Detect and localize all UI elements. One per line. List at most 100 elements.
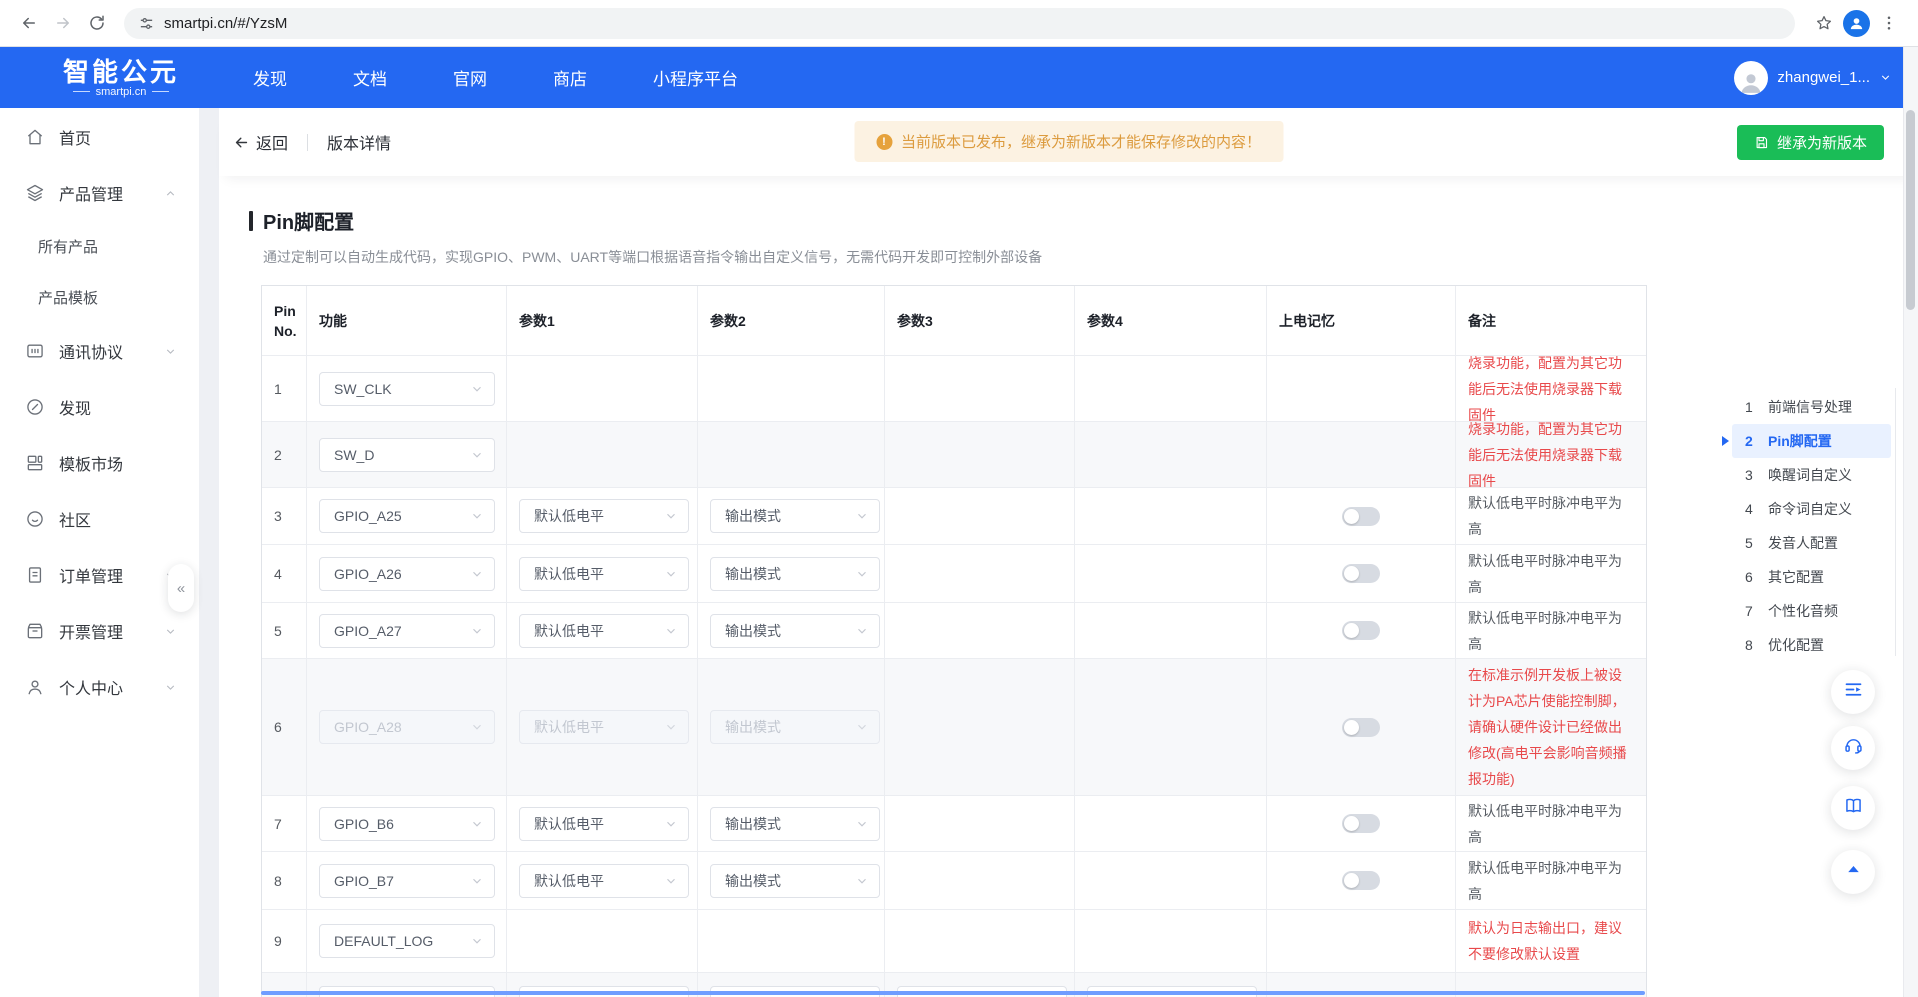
sidebar-item[interactable]: 模板市场 xyxy=(0,435,199,491)
chevron-down-icon xyxy=(470,567,484,581)
address-bar[interactable]: smartpi.cn/#/YzsM xyxy=(124,8,1795,39)
power-memory-toggle[interactable] xyxy=(1342,814,1380,833)
browser-profile-icon[interactable] xyxy=(1843,10,1870,37)
back-button[interactable]: 返回 xyxy=(233,130,288,154)
browser-back-icon[interactable] xyxy=(14,8,44,38)
pin-number: 8 xyxy=(274,873,282,889)
sidebar-item[interactable]: 社区 xyxy=(0,491,199,547)
inherit-new-version-button[interactable]: 继承为新版本 xyxy=(1737,125,1884,160)
docs-button[interactable] xyxy=(1831,786,1875,830)
anchor-label: 前端信号处理 xyxy=(1768,397,1852,417)
param1-select[interactable]: 默认低电平 xyxy=(519,710,689,744)
param1-select[interactable]: 默认低电平 xyxy=(519,499,689,533)
anchor-label: 优化配置 xyxy=(1768,635,1824,655)
back-to-top-button[interactable] xyxy=(1831,850,1875,894)
select-value: 输出模式 xyxy=(725,564,781,584)
function-select[interactable]: SW_CLK xyxy=(319,372,495,406)
param2-select[interactable]: 输出模式 xyxy=(710,557,880,591)
power-memory-toggle[interactable] xyxy=(1342,564,1380,583)
remark-cell: 烧录功能，配置为其它功能后无法使用烧录器下载固件 xyxy=(1456,422,1646,487)
anchor-item[interactable]: 4命令词自定义 xyxy=(1732,492,1891,526)
browser-forward-icon[interactable] xyxy=(48,8,78,38)
power-memory-toggle[interactable] xyxy=(1342,621,1380,640)
header-nav-item[interactable]: 商店 xyxy=(553,65,587,90)
logo[interactable]: 智能公元 smartpi.cn xyxy=(45,58,197,98)
sidebar-item-label: 开票管理 xyxy=(59,619,123,643)
site-settings-icon[interactable] xyxy=(138,15,155,32)
user-avatar xyxy=(1734,61,1768,95)
anchor-item[interactable]: 2Pin脚配置 xyxy=(1732,424,1891,458)
anchor-item[interactable]: 5发音人配置 xyxy=(1732,526,1891,560)
page-scrollbar[interactable] xyxy=(1903,47,1918,997)
function-select[interactable]: GPIO_A28 xyxy=(319,710,495,744)
select-value: DEFAULT_LOG xyxy=(334,933,433,949)
remark-cell: 默认低电平时脉冲电平为高 xyxy=(1456,852,1646,909)
anchor-item[interactable]: 1前端信号处理 xyxy=(1732,390,1891,424)
select-value: 默认低电平 xyxy=(534,564,604,584)
chevron-down-icon xyxy=(855,567,869,581)
sidebar-item[interactable]: 首页 xyxy=(0,109,199,165)
sidebar-subitem[interactable]: 产品模板 xyxy=(0,272,199,323)
function-cell: GPIO_A25 xyxy=(307,488,507,544)
table-horizontal-scrollbar[interactable] xyxy=(261,991,1645,995)
function-select[interactable]: GPIO_B6 xyxy=(319,807,495,841)
param2-select[interactable]: 输出模式 xyxy=(710,614,880,648)
function-select[interactable]: GPIO_A25 xyxy=(319,499,495,533)
function-select[interactable]: SW_D xyxy=(319,438,495,472)
user-menu[interactable]: zhangwei_1... xyxy=(1734,61,1892,95)
power-memory-toggle[interactable] xyxy=(1342,507,1380,526)
param2-cell: 输出模式 xyxy=(698,796,885,851)
header-nav-item[interactable]: 文档 xyxy=(353,65,387,90)
pin-number-cell: 9 xyxy=(262,910,307,972)
sidebar-item[interactable]: 开票管理 xyxy=(0,603,199,659)
param2-cell: 输出模式 xyxy=(698,488,885,544)
browser-reload-icon[interactable] xyxy=(82,8,112,38)
sidebar-item[interactable]: 通讯协议 xyxy=(0,323,199,379)
sidebar-subitem[interactable]: 所有产品 xyxy=(0,221,199,272)
header-nav-item[interactable]: 发现 xyxy=(253,65,287,90)
param4-cell xyxy=(1075,796,1267,851)
param1-select[interactable]: 默认低电平 xyxy=(519,864,689,898)
anchor-item[interactable]: 7个性化音频 xyxy=(1732,594,1891,628)
param1-select[interactable]: 默认低电平 xyxy=(519,557,689,591)
remark-cell: 默认低电平时脉冲电平为高 xyxy=(1456,796,1646,851)
pin-number: 7 xyxy=(274,816,282,832)
select-value: SW_CLK xyxy=(334,381,392,397)
section-title: Pin脚配置 xyxy=(263,206,354,235)
sidebar-collapse-button[interactable]: « xyxy=(168,564,194,612)
pin-number-cell: 5 xyxy=(262,603,307,658)
anchor-item[interactable]: 6其它配置 xyxy=(1732,560,1891,594)
param2-select[interactable]: 输出模式 xyxy=(710,710,880,744)
support-button[interactable] xyxy=(1831,726,1875,770)
function-select[interactable]: GPIO_B7 xyxy=(319,864,495,898)
param1-select[interactable]: 默认低电平 xyxy=(519,614,689,648)
select-value: 默认低电平 xyxy=(534,717,604,737)
param4-cell xyxy=(1075,852,1267,909)
param2-select[interactable]: 输出模式 xyxy=(710,499,880,533)
param1-select[interactable]: 默认低电平 xyxy=(519,807,689,841)
param2-select[interactable]: 输出模式 xyxy=(710,864,880,898)
anchor-number: 8 xyxy=(1745,637,1755,653)
power-memory-toggle[interactable] xyxy=(1342,871,1380,890)
power-memory-toggle[interactable] xyxy=(1342,718,1380,737)
anchor-item[interactable]: 8 优化配置 xyxy=(1732,628,1891,662)
function-select[interactable]: GPIO_A26 xyxy=(319,557,495,591)
sidebar-item[interactable]: 发现 xyxy=(0,379,199,435)
param2-select[interactable]: 输出模式 xyxy=(710,807,880,841)
browser-menu-icon[interactable] xyxy=(1874,8,1904,38)
param4-cell xyxy=(1075,545,1267,602)
sidebar-item[interactable]: 个人中心 xyxy=(0,659,199,715)
banner-text: 当前版本已发布，继承为新版本才能保存修改的内容！ xyxy=(901,131,1261,152)
bookmark-star-icon[interactable] xyxy=(1809,8,1839,38)
function-select[interactable]: DEFAULT_LOG xyxy=(319,924,495,958)
anchor-item[interactable]: 3唤醒词自定义 xyxy=(1732,458,1891,492)
header-nav-item[interactable]: 官网 xyxy=(453,65,487,90)
sidebar-item[interactable]: 产品管理 xyxy=(0,165,199,221)
table-row: 8 GPIO_B7 默认低电平输出模式 默认低电平时脉冲电平为高 xyxy=(262,852,1646,910)
table-row: 2SW_D烧录功能，配置为其它功能后无法使用烧录器下载固件 xyxy=(262,422,1646,488)
quick-menu-button[interactable] xyxy=(1831,670,1875,714)
function-select[interactable]: GPIO_A27 xyxy=(319,614,495,648)
header-nav-item[interactable]: 小程序平台 xyxy=(653,65,738,90)
select-value: 输出模式 xyxy=(725,621,781,641)
scrollbar-thumb[interactable] xyxy=(1906,110,1915,310)
